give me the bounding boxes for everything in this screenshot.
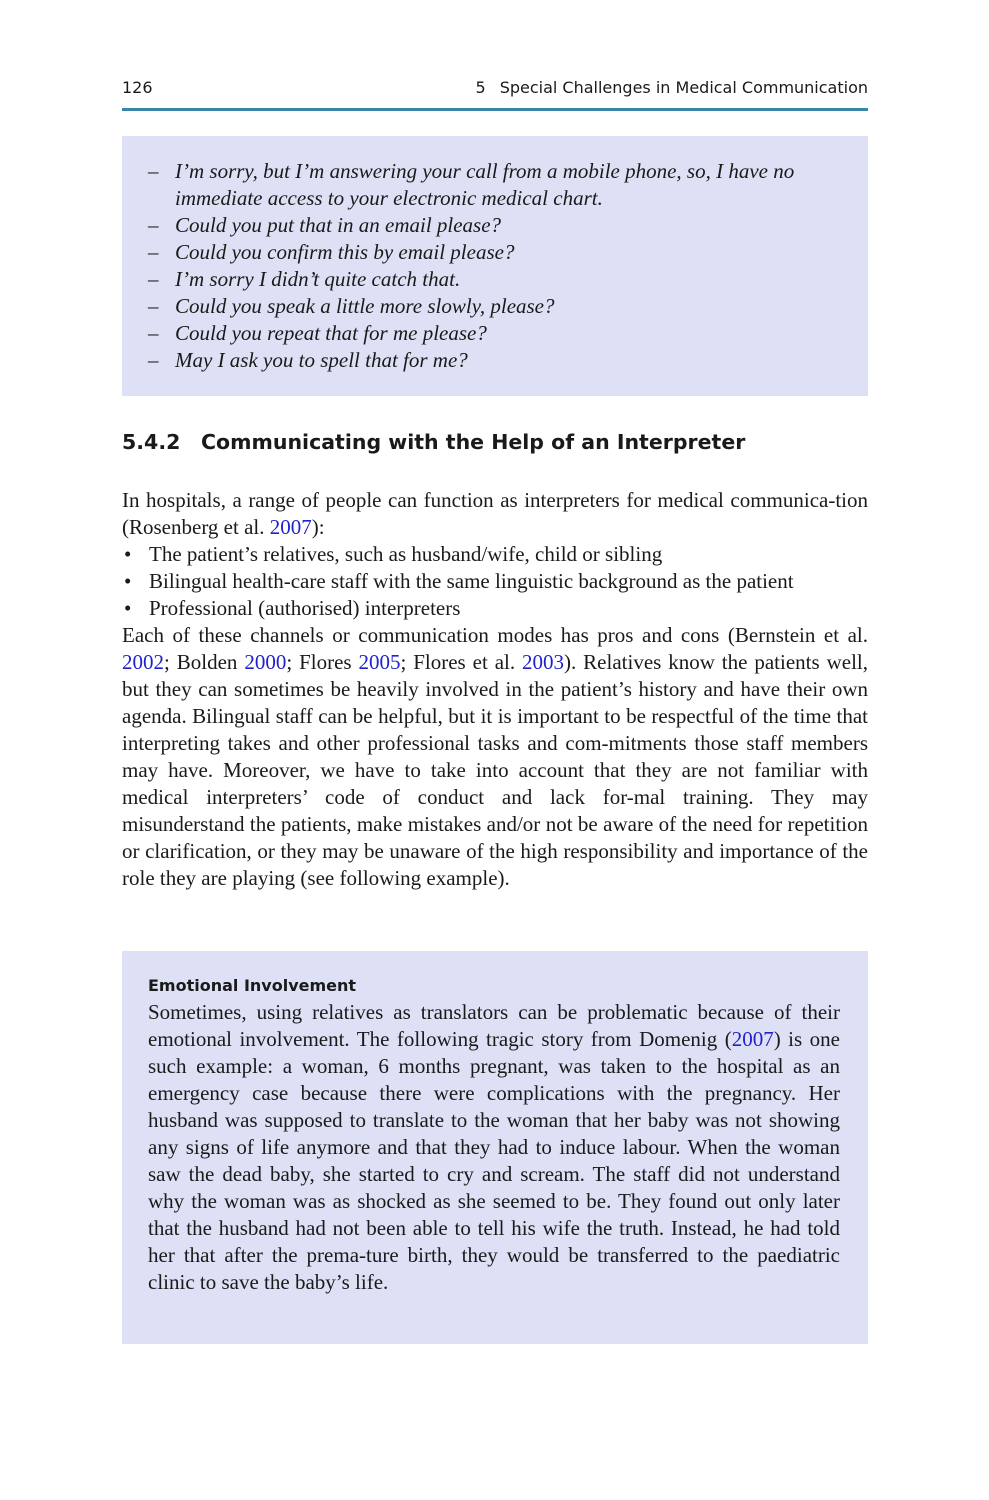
phrase-text: Could you put that in an email please? (175, 213, 502, 237)
chapter-title: Special Challenges in Medical Communicat… (499, 78, 868, 97)
phrase-item: – I’m sorry I didn’t quite catch that. (148, 266, 840, 293)
phrase-box: – I’m sorry, but I’m answering your call … (122, 136, 868, 396)
chapter-heading: 5 Special Challenges in Medical Communica… (476, 78, 869, 97)
phrase-item: – Could you speak a little more slowly, p… (148, 293, 840, 320)
intro-paragraph: In hospitals, a range of people can func… (122, 488, 868, 539)
phrase-item: – Could you confirm this by email please? (148, 239, 840, 266)
dash-marker: – (148, 294, 159, 318)
example-box: Emotional Involvement Sometimes, using r… (122, 951, 868, 1344)
phrase-item: – Could you put that in an email please? (148, 212, 840, 239)
page-number: 126 (122, 78, 153, 97)
citation-link[interactable]: 2000 (244, 650, 286, 674)
section-heading: 5.4.2 Communicating with the Help of an I… (122, 430, 745, 454)
bullet-list: • The patient’s relatives, such as husban… (122, 541, 868, 622)
citation-link[interactable]: 2005 (358, 650, 400, 674)
phrase-text: I’m sorry I didn’t quite catch that. (175, 267, 461, 291)
phrase-text: Could you speak a little more slowly, pl… (175, 294, 555, 318)
citation-link[interactable]: 2002 (122, 650, 164, 674)
phrase-text: May I ask you to spell that for me? (175, 348, 468, 372)
phrase-text: I’m sorry, but I’m answering your call f… (175, 159, 795, 210)
dash-marker: – (148, 348, 159, 372)
body-paragraph: Each of these channels or communication … (122, 623, 868, 890)
dash-marker: – (148, 240, 159, 264)
citation-link[interactable]: 2007 (270, 515, 312, 539)
dash-marker: – (148, 321, 159, 345)
bullet-marker: • (124, 596, 132, 620)
chapter-number: 5 (475, 78, 486, 97)
citation-link[interactable]: 2003 (522, 650, 564, 674)
bullet-item: • Bilingual health-care staff with the sa… (124, 569, 794, 593)
phrase-item: – I’m sorry, but I’m answering your call … (148, 158, 840, 212)
section-title: Communicating with the Help of an Interp… (201, 430, 746, 454)
example-box-title: Emotional Involvement (148, 976, 357, 995)
phrase-text: Could you repeat that for me please? (175, 321, 487, 345)
bullet-item: • Professional (authorised) interpreters (124, 596, 461, 620)
dash-marker: – (148, 159, 159, 183)
running-head: 126 5 Special Challenges in Medical Commu… (122, 78, 868, 102)
example-box-text: Sometimes, using relatives as translator… (148, 1000, 840, 1294)
bullet-item: • The patient’s relatives, such as husban… (124, 542, 663, 566)
phrase-text: Could you confirm this by email please? (175, 240, 515, 264)
body-text: In hospitals, a range of people can func… (122, 487, 868, 892)
dash-marker: – (148, 213, 159, 237)
phrase-list: – I’m sorry, but I’m answering your call … (148, 158, 840, 374)
header-rule (122, 108, 868, 111)
bullet-marker: • (124, 542, 132, 566)
phrase-item: – May I ask you to spell that for me? (148, 347, 840, 374)
phrase-item: – Could you repeat that for me please? (148, 320, 840, 347)
dash-marker: – (148, 267, 159, 291)
section-number: 5.4.2 (122, 430, 181, 454)
bullet-marker: • (124, 569, 132, 593)
citation-link[interactable]: 2007 (732, 1027, 774, 1051)
